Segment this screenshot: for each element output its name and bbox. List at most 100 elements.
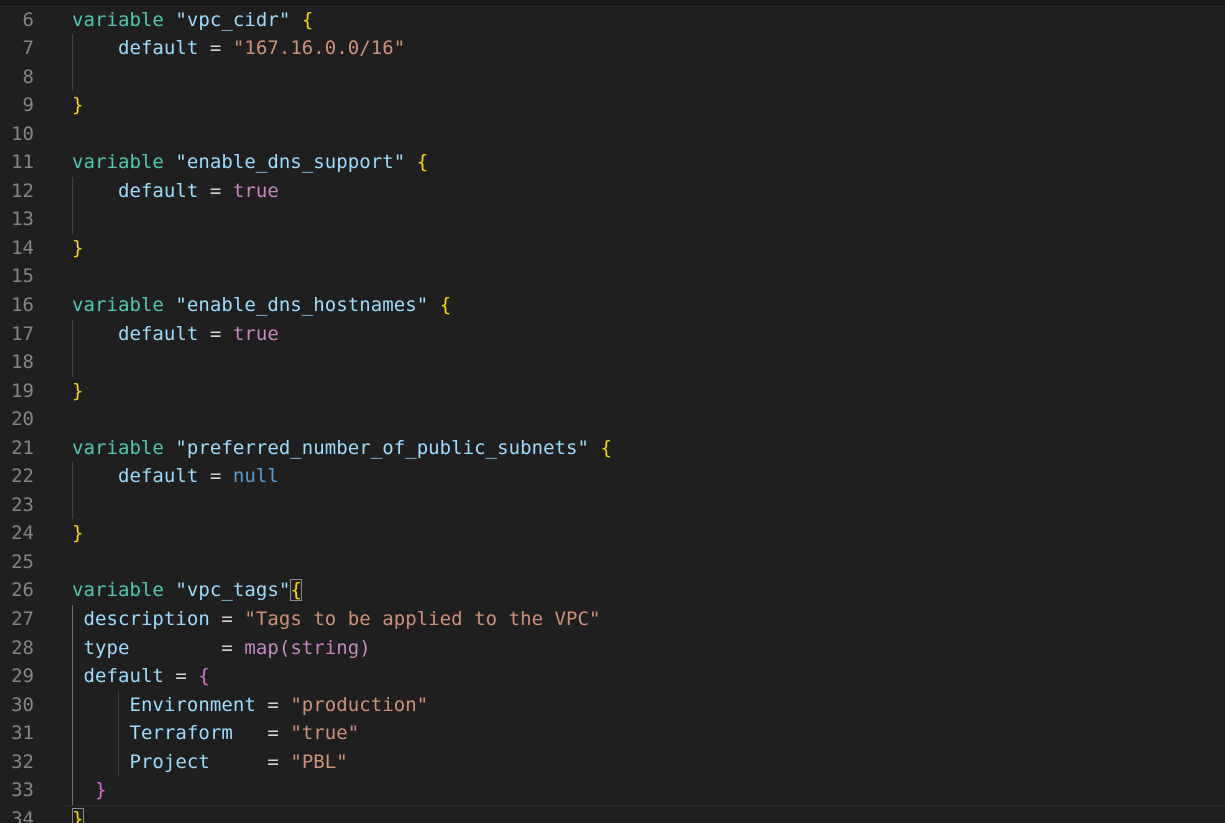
code-line[interactable]: 10 xyxy=(0,120,1225,149)
code-line[interactable]: 30 Environment = "production" xyxy=(0,691,1225,720)
code-line[interactable]: 33 } xyxy=(0,776,1225,805)
line-code: } xyxy=(72,519,84,548)
code-line[interactable]: 18 xyxy=(0,348,1225,377)
code-line[interactable]: 12 default = true xyxy=(0,177,1225,206)
line-number: 33 xyxy=(11,779,34,802)
code-line[interactable]: 6 variable "vpc_cidr" { xyxy=(0,6,1225,35)
code-line[interactable]: 8 xyxy=(0,63,1225,92)
line-number: 6 xyxy=(22,8,34,31)
line-number: 19 xyxy=(11,379,34,402)
code-token: "production" xyxy=(290,693,429,716)
code-token: Environment xyxy=(129,693,256,716)
code-token: "vpc_tags" xyxy=(175,579,291,602)
code-token: map(string) xyxy=(244,636,371,659)
line-number: 21 xyxy=(11,436,34,459)
code-token: = xyxy=(198,179,233,202)
line-number: 8 xyxy=(22,65,34,88)
code-line[interactable]: 14} xyxy=(0,234,1225,263)
line-number: 7 xyxy=(22,37,34,60)
code-token: } xyxy=(72,807,84,823)
code-line[interactable]: 20 xyxy=(0,405,1225,434)
code-token: } xyxy=(72,236,84,259)
indent-guide xyxy=(72,462,73,520)
code-token: = xyxy=(232,722,291,745)
code-line[interactable]: 25 xyxy=(0,548,1225,577)
code-token: { xyxy=(290,579,302,602)
code-line[interactable]: 21 variable "preferred_number_of_public_s… xyxy=(0,434,1225,463)
line-code: default = true xyxy=(72,320,279,349)
code-token: default xyxy=(117,179,199,202)
line-code: } xyxy=(72,805,84,823)
code-line[interactable]: 27 description = "Tags to be applied to … xyxy=(0,605,1225,634)
code-line[interactable]: 31 Terraform = "true" xyxy=(0,719,1225,748)
indent-guide xyxy=(72,176,73,234)
code-token: "167.16.0.0/16" xyxy=(232,37,406,60)
line-code: variable "vpc_tags"{ xyxy=(72,576,302,605)
code-line[interactable]: 24} xyxy=(0,519,1225,548)
line-number: 29 xyxy=(11,665,34,688)
line-code: variable "enable_dns_hostnames" { xyxy=(72,291,451,320)
line-number: 27 xyxy=(11,607,34,630)
code-line[interactable]: 28 type = map(string) xyxy=(0,634,1225,663)
code-token: { xyxy=(600,436,613,459)
line-number: 25 xyxy=(11,550,34,573)
code-line[interactable]: 29 default = { xyxy=(0,662,1225,691)
code-line[interactable]: 23 xyxy=(0,491,1225,520)
code-line[interactable]: 17 default = true xyxy=(0,320,1225,349)
line-code: default = "167.16.0.0/16" xyxy=(72,34,405,63)
line-number: 26 xyxy=(11,579,34,602)
code-token: variable xyxy=(72,8,164,31)
code-token: "enable_dns_support" xyxy=(175,151,406,174)
line-number: 32 xyxy=(11,750,34,773)
code-token: variable xyxy=(72,293,164,316)
code-line[interactable]: 22 default = null xyxy=(0,462,1225,491)
code-line[interactable]: 16 variable "enable_dns_hostnames" { xyxy=(0,291,1225,320)
code-line[interactable]: 19} xyxy=(0,377,1225,406)
code-line[interactable]: 34} xyxy=(0,804,1225,823)
line-number: 18 xyxy=(11,351,34,374)
code-token: variable xyxy=(72,151,164,174)
code-token: type xyxy=(83,636,130,659)
line-number: 12 xyxy=(11,179,34,202)
code-token: true xyxy=(232,322,279,345)
indent-guide xyxy=(118,690,119,777)
code-token: "Tags to be applied to the VPC" xyxy=(244,607,601,630)
line-number: 31 xyxy=(11,722,34,745)
line-number: 16 xyxy=(11,293,34,316)
line-code: variable "preferred_number_of_public_sub… xyxy=(72,434,612,463)
code-line[interactable]: 26 variable "vpc_tags"{ xyxy=(0,576,1225,605)
code-line[interactable]: 7 default = "167.16.0.0/16" xyxy=(0,34,1225,63)
code-token: { xyxy=(198,665,210,688)
code-lines[interactable]: 6 variable "vpc_cidr" {7 default = "167.1… xyxy=(0,6,1225,823)
code-line[interactable]: 9} xyxy=(0,91,1225,120)
line-number: 20 xyxy=(11,408,34,431)
code-line[interactable]: 11 variable "enable_dns_support" { xyxy=(0,148,1225,177)
line-number: 34 xyxy=(11,807,34,823)
line-code: } xyxy=(72,377,84,406)
code-line[interactable]: 15 xyxy=(0,262,1225,291)
code-token: { xyxy=(439,293,452,316)
indent-guide xyxy=(72,605,73,805)
line-code: Terraform = "true" xyxy=(72,719,359,748)
code-token: Terraform xyxy=(129,722,233,745)
line-code: } xyxy=(72,776,106,805)
code-line[interactable]: 32 Project = "PBL" xyxy=(0,748,1225,777)
line-number: 23 xyxy=(11,493,34,516)
code-editor[interactable]: 6 variable "vpc_cidr" {7 default = "167.1… xyxy=(0,0,1225,823)
line-code: variable "enable_dns_support" { xyxy=(72,148,428,177)
code-token: "PBL" xyxy=(290,750,348,773)
code-token: { xyxy=(301,8,314,31)
line-number: 9 xyxy=(22,94,34,117)
code-line[interactable]: 13 xyxy=(0,205,1225,234)
